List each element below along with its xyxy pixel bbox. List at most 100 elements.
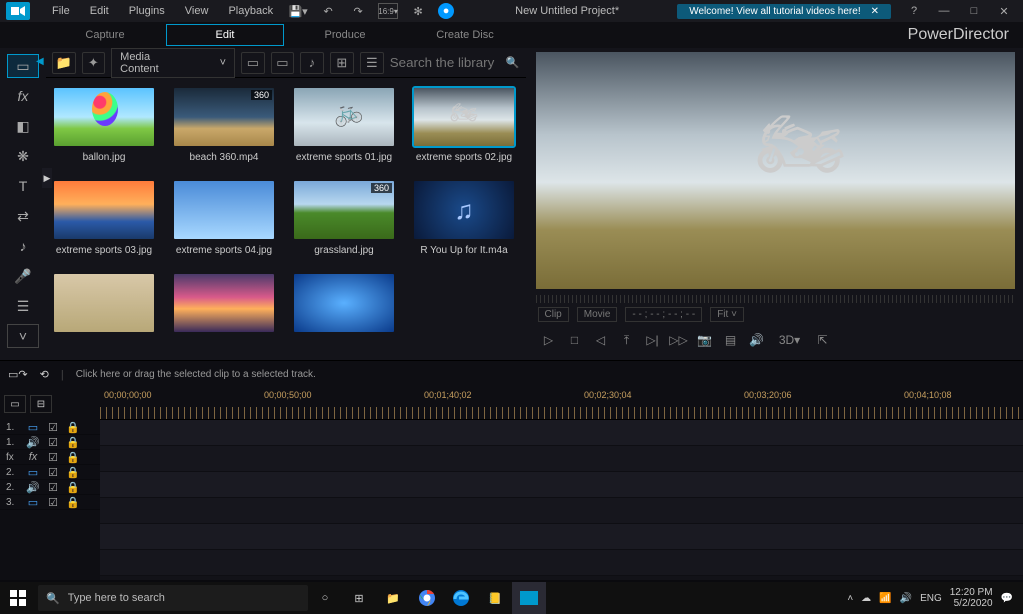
fit-dropdown[interactable]: Fit ˅ bbox=[710, 307, 744, 322]
tray-lang[interactable]: ENG bbox=[920, 593, 942, 604]
media-clip[interactable]: 360beach 360.mp4 bbox=[174, 88, 274, 163]
preview-window[interactable]: 🏍 bbox=[536, 52, 1016, 289]
plugin-icon[interactable]: ✦ bbox=[82, 52, 106, 74]
play-icon[interactable]: ▷ bbox=[538, 330, 560, 350]
title-room-icon[interactable]: T bbox=[7, 174, 39, 198]
undock-icon[interactable]: ⇱ bbox=[812, 330, 834, 350]
notifications-icon[interactable]: 💬 bbox=[1001, 593, 1013, 604]
stop-icon[interactable]: □ bbox=[564, 330, 586, 350]
track-header[interactable]: 2.🔊☑🔒 bbox=[0, 480, 100, 495]
time-ruler[interactable]: 00;00;00;0000;00;50;0000;01;40;0200;02;3… bbox=[100, 388, 1023, 420]
tray-up-icon[interactable]: ˄ bbox=[847, 593, 853, 604]
media-clip[interactable] bbox=[294, 274, 394, 338]
movie-mode-label[interactable]: Movie bbox=[577, 307, 618, 322]
chapter-room-icon[interactable]: ☰ bbox=[7, 294, 39, 318]
menu-plugins[interactable]: Plugins bbox=[121, 3, 173, 19]
media-clip[interactable]: extreme sports 04.jpg bbox=[174, 181, 274, 256]
search-input[interactable] bbox=[390, 55, 500, 70]
start-button[interactable] bbox=[0, 582, 36, 614]
track-header[interactable]: 1.🔊☑🔒 bbox=[0, 435, 100, 450]
media-clip[interactable]: 360grassland.jpg bbox=[294, 181, 394, 256]
media-clip[interactable] bbox=[174, 274, 274, 338]
volume-icon[interactable]: 🔊 bbox=[746, 330, 768, 350]
track-header[interactable]: 2.▭☑🔒 bbox=[0, 465, 100, 480]
media-clip[interactable]: ballon.jpg bbox=[54, 88, 154, 163]
close-icon[interactable]: ✕ bbox=[994, 3, 1014, 19]
tab-capture[interactable]: Capture bbox=[46, 24, 164, 46]
notify-icon[interactable]: ● bbox=[438, 3, 454, 19]
tl-tool-icon-2[interactable]: ⟲ bbox=[40, 368, 49, 381]
media-clip[interactable]: extreme sports 01.jpg bbox=[294, 88, 394, 163]
pip-room-icon[interactable]: ◧ bbox=[7, 114, 39, 138]
audio-room-icon[interactable]: ♪ bbox=[7, 234, 39, 258]
quality-icon[interactable]: ▤ bbox=[720, 330, 742, 350]
clip-mode-label[interactable]: Clip bbox=[538, 307, 569, 322]
undo-icon[interactable]: ↶ bbox=[318, 3, 338, 19]
minimize-icon[interactable]: — bbox=[934, 3, 954, 19]
snapshot-icon[interactable]: 📷 bbox=[694, 330, 716, 350]
redo-icon[interactable]: ↷ bbox=[348, 3, 368, 19]
media-clip[interactable]: extreme sports 03.jpg bbox=[54, 181, 154, 256]
track-lane[interactable] bbox=[100, 524, 1023, 550]
media-clip[interactable]: extreme sports 02.jpg bbox=[414, 88, 514, 163]
save-icon[interactable]: 💾▾ bbox=[288, 3, 308, 19]
3d-dropdown[interactable]: 3D ▾ bbox=[772, 330, 808, 350]
task-view-icon[interactable]: ⊞ bbox=[342, 582, 376, 614]
track-lane[interactable] bbox=[100, 498, 1023, 524]
media-room-icon[interactable]: ▭ bbox=[7, 54, 39, 78]
tl-tool-icon-1[interactable]: ▭↷ bbox=[8, 368, 28, 381]
tray-volume-icon[interactable]: 🔊 bbox=[900, 593, 912, 604]
cortana-icon[interactable]: ○ bbox=[308, 582, 342, 614]
step-back-icon[interactable]: ⤒ bbox=[616, 330, 638, 350]
media-clip[interactable]: ♫R You Up for It.m4a bbox=[414, 181, 514, 256]
view-list-icon[interactable]: ☰ bbox=[360, 52, 384, 74]
voice-room-icon[interactable]: 🎤 bbox=[7, 264, 39, 288]
track-header[interactable]: 1.▭☑🔒 bbox=[0, 420, 100, 435]
explorer-icon[interactable]: 📁 bbox=[376, 582, 410, 614]
timeline-body[interactable]: 00;00;00;0000;00;50;0000;01;40;0200;02;3… bbox=[100, 388, 1023, 580]
particle-room-icon[interactable]: ❋ bbox=[7, 144, 39, 168]
help-icon[interactable]: ? bbox=[904, 3, 924, 19]
fx-room-icon[interactable]: fx bbox=[7, 84, 39, 108]
menu-edit[interactable]: Edit bbox=[82, 3, 117, 19]
tl-view-btn-1[interactable]: ▭ bbox=[4, 395, 26, 413]
track-lane[interactable] bbox=[100, 472, 1023, 498]
chrome-icon[interactable] bbox=[410, 582, 444, 614]
content-dropdown[interactable]: Media Content ˅ bbox=[111, 48, 235, 78]
track-lane[interactable] bbox=[100, 550, 1023, 576]
track-header[interactable]: fxfx☑🔒 bbox=[0, 450, 100, 465]
step-fwd-icon[interactable]: ▷| bbox=[642, 330, 664, 350]
close-banner-icon[interactable]: ✕ bbox=[871, 6, 879, 17]
fast-fwd-icon[interactable]: ▷▷ bbox=[668, 330, 690, 350]
menu-view[interactable]: View bbox=[177, 3, 217, 19]
tab-edit[interactable]: Edit bbox=[166, 24, 284, 46]
menu-playback[interactable]: Playback bbox=[220, 3, 281, 19]
filter-audio-icon[interactable]: ♪ bbox=[300, 52, 324, 74]
taskbar-search[interactable]: 🔍 Type here to search bbox=[38, 585, 308, 611]
taskbar-clock[interactable]: 12:20 PM 5/2/2020 bbox=[950, 587, 993, 609]
powerdirector-taskbar-icon[interactable] bbox=[512, 582, 546, 614]
tl-view-btn-2[interactable]: ⊟ bbox=[30, 395, 52, 413]
filter-all-icon[interactable]: ▭ bbox=[241, 52, 265, 74]
more-rooms-icon[interactable]: ˅ bbox=[7, 324, 39, 348]
search-icon[interactable]: 🔍 bbox=[506, 56, 520, 69]
filter-video-icon[interactable]: ▭ bbox=[271, 52, 295, 74]
aspect-icon[interactable]: 16:9▾ bbox=[378, 3, 398, 19]
maximize-icon[interactable]: □ bbox=[964, 3, 984, 19]
edge-icon[interactable] bbox=[444, 582, 478, 614]
tab-create-disc[interactable]: Create Disc bbox=[406, 24, 524, 46]
tray-wifi-icon[interactable]: 📶 bbox=[879, 593, 891, 604]
track-lane[interactable] bbox=[100, 446, 1023, 472]
settings-icon[interactable]: ✻ bbox=[408, 3, 428, 19]
track-lane[interactable] bbox=[100, 420, 1023, 446]
tab-produce[interactable]: Produce bbox=[286, 24, 404, 46]
tray-cloud-icon[interactable]: ☁ bbox=[861, 593, 871, 604]
transition-room-icon[interactable]: ⇄ bbox=[7, 204, 39, 228]
app-icon-1[interactable]: 📒 bbox=[478, 582, 512, 614]
media-clip[interactable] bbox=[54, 274, 154, 338]
import-icon[interactable]: 📁 bbox=[52, 52, 76, 74]
tutorial-banner[interactable]: Welcome! View all tutorial videos here! … bbox=[677, 4, 891, 19]
menu-file[interactable]: File bbox=[44, 3, 78, 19]
prev-frame-icon[interactable]: ◁ bbox=[590, 330, 612, 350]
view-grid-icon[interactable]: ⊞ bbox=[330, 52, 354, 74]
